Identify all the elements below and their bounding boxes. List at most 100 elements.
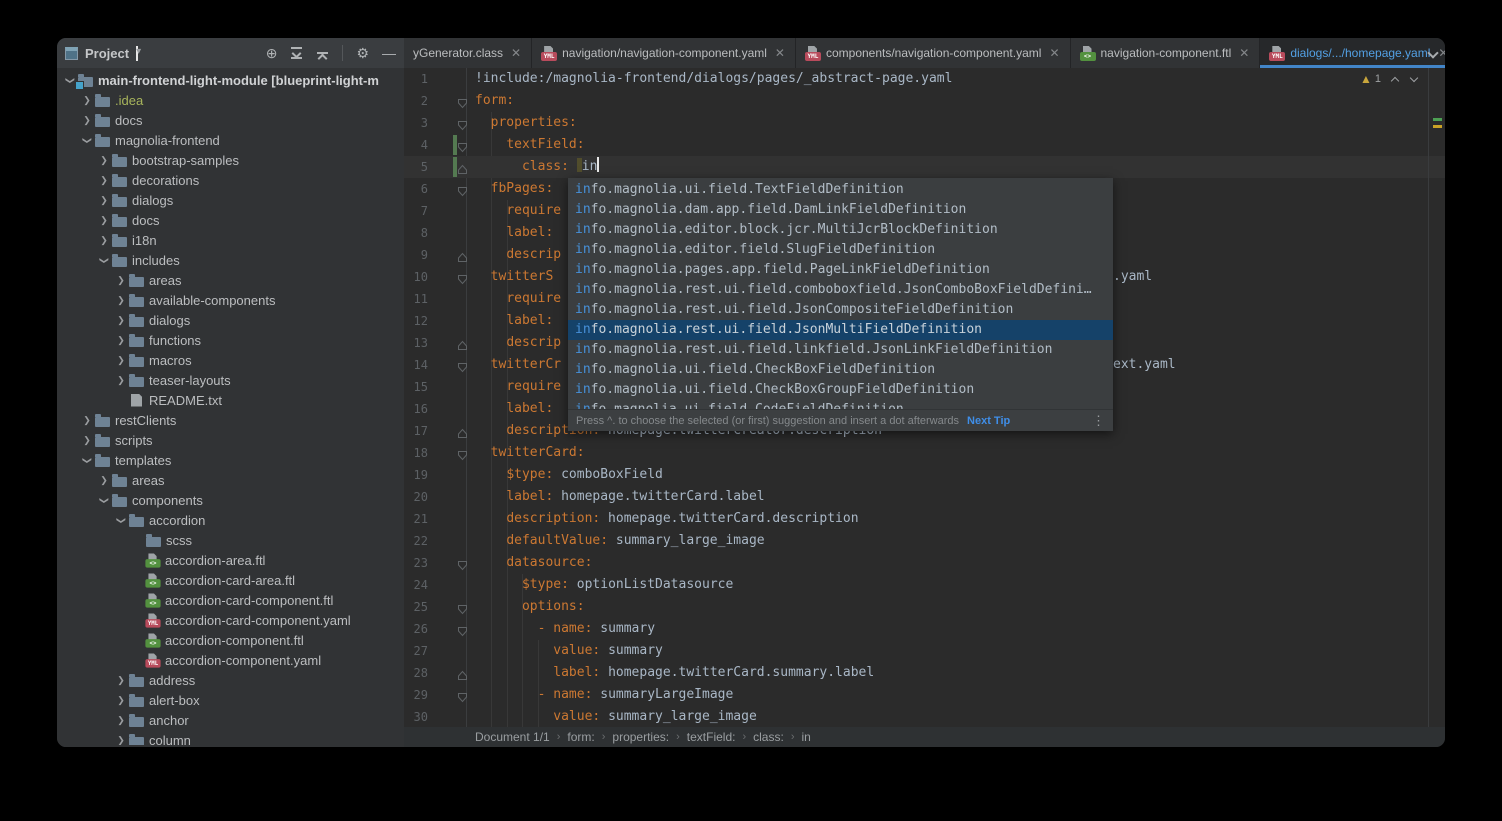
- tree-item-templates[interactable]: ❯templates: [57, 450, 404, 470]
- previous-problem-icon[interactable]: [1390, 74, 1400, 84]
- tree-item-available-components[interactable]: ❯available-components: [57, 290, 404, 310]
- tree-item-functions[interactable]: ❯functions: [57, 330, 404, 350]
- next-tip-link[interactable]: Next Tip: [967, 415, 1010, 427]
- code-text[interactable]: class: in: [475, 156, 1445, 178]
- code-line-1[interactable]: 1!include:/magnolia-frontend/dialogs/pag…: [404, 68, 1445, 90]
- code-text[interactable]: !include:/magnolia-frontend/dialogs/page…: [475, 68, 1445, 90]
- completion-item[interactable]: info.magnolia.rest.ui.field.comboboxfiel…: [568, 280, 1113, 300]
- code-line-30[interactable]: 30 value: summary_large_image: [404, 706, 1445, 727]
- breadcrumb-segment[interactable]: in: [802, 730, 811, 744]
- code-line-20[interactable]: 20 label: homepage.twitterCard.label: [404, 486, 1445, 508]
- completion-item[interactable]: info.magnolia.rest.ui.field.JsonComposit…: [568, 300, 1113, 320]
- project-panel-title[interactable]: Project: [85, 46, 129, 61]
- code-line-23[interactable]: 23 datasource:: [404, 552, 1445, 574]
- code-line-25[interactable]: 25 options:: [404, 596, 1445, 618]
- completion-item[interactable]: info.magnolia.editor.field.SlugFieldDefi…: [568, 240, 1113, 260]
- code-text[interactable]: value: summary: [475, 640, 1445, 662]
- fold-start-icon[interactable]: [457, 623, 469, 635]
- completion-item[interactable]: info.magnolia.ui.field.CheckBoxFieldDefi…: [568, 360, 1113, 380]
- tree-item-docs[interactable]: ❯docs: [57, 110, 404, 130]
- fold-end-icon[interactable]: [457, 161, 469, 173]
- fold-end-icon[interactable]: [457, 249, 469, 261]
- code-text[interactable]: value: summary_large_image: [475, 706, 1445, 727]
- tree-item-dialogs[interactable]: ❯dialogs: [57, 310, 404, 330]
- error-stripe[interactable]: [1428, 68, 1445, 727]
- fold-start-icon[interactable]: [457, 359, 469, 371]
- close-icon[interactable]: ✕: [1438, 46, 1445, 60]
- tree-item-accordion-card-component-ftl[interactable]: <>accordion-card-component.ftl: [57, 590, 404, 610]
- stripe-mark-yellow[interactable]: [1433, 125, 1442, 128]
- chevron-collapsed-icon[interactable]: ❯: [80, 415, 94, 426]
- gear-icon[interactable]: ⚙: [356, 46, 369, 60]
- breadcrumb-segment[interactable]: class:: [753, 730, 784, 744]
- completion-item[interactable]: info.magnolia.ui.field.TextFieldDefiniti…: [568, 180, 1113, 200]
- code-text[interactable]: $type: optionListDatasource: [475, 574, 1445, 596]
- fold-start-icon[interactable]: [457, 139, 469, 151]
- tree-item-address[interactable]: ❯address: [57, 670, 404, 690]
- code-text[interactable]: - name: summaryLargeImage: [475, 684, 1445, 706]
- fold-start-icon[interactable]: [457, 117, 469, 129]
- tree-item-anchor[interactable]: ❯anchor: [57, 710, 404, 730]
- close-icon[interactable]: ✕: [511, 46, 521, 60]
- fold-end-icon[interactable]: [457, 667, 469, 679]
- close-icon[interactable]: ✕: [1239, 46, 1249, 60]
- next-problem-icon[interactable]: [1409, 74, 1419, 84]
- code-text[interactable]: options:: [475, 596, 1445, 618]
- chevron-collapsed-icon[interactable]: ❯: [97, 215, 111, 226]
- tree-item-scripts[interactable]: ❯scripts: [57, 430, 404, 450]
- chevron-collapsed-icon[interactable]: ❯: [97, 475, 111, 486]
- code-text[interactable]: label: homepage.twitterCard.summary.labe…: [475, 662, 1445, 684]
- chevron-collapsed-icon[interactable]: ❯: [97, 155, 111, 166]
- tree-item-docs[interactable]: ❯docs: [57, 210, 404, 230]
- chevron-collapsed-icon[interactable]: ❯: [114, 335, 128, 346]
- code-text[interactable]: $type: comboBoxField: [475, 464, 1445, 486]
- completion-item[interactable]: info.magnolia.rest.ui.field.linkfield.Js…: [568, 340, 1113, 360]
- code-line-4[interactable]: 4 textField:: [404, 134, 1445, 156]
- chevron-expanded-icon[interactable]: ❯: [65, 73, 76, 87]
- tree-item-restclients[interactable]: ❯restClients: [57, 410, 404, 430]
- code-line-18[interactable]: 18 twitterCard:: [404, 442, 1445, 464]
- code-line-24[interactable]: 24 $type: optionListDatasource: [404, 574, 1445, 596]
- editor-tab-dialogs-homepage-yaml[interactable]: YMLdialogs/.../homepage.yaml✕: [1260, 38, 1445, 68]
- completion-item[interactable]: info.magnolia.dam.app.field.DamLinkField…: [568, 200, 1113, 220]
- tree-item-areas[interactable]: ❯areas: [57, 470, 404, 490]
- fold-start-icon[interactable]: [457, 601, 469, 613]
- chevron-collapsed-icon[interactable]: ❯: [114, 275, 128, 286]
- code-line-3[interactable]: 3 properties:: [404, 112, 1445, 134]
- tree-item-alert-box[interactable]: ❯alert-box: [57, 690, 404, 710]
- tree-item-i18n[interactable]: ❯i18n: [57, 230, 404, 250]
- breadcrumb-segment[interactable]: textField:: [687, 730, 736, 744]
- completion-item[interactable]: info.magnolia.ui.field.CodeFieldDefiniti…: [568, 400, 1113, 409]
- tab-list-chevron-icon[interactable]: [1429, 49, 1437, 57]
- chevron-expanded-icon[interactable]: ❯: [82, 133, 93, 147]
- tree-item-dialogs[interactable]: ❯dialogs: [57, 190, 404, 210]
- chevron-collapsed-icon[interactable]: ❯: [114, 315, 128, 326]
- completion-item[interactable]: info.magnolia.ui.field.CheckBoxGroupFiel…: [568, 380, 1113, 400]
- editor-tab-navigation-component-ftl[interactable]: <>navigation-component.ftl✕: [1071, 38, 1261, 68]
- chevron-collapsed-icon[interactable]: ❯: [114, 715, 128, 726]
- fold-end-icon[interactable]: [457, 337, 469, 349]
- code-text[interactable]: label: homepage.twitterCard.label: [475, 486, 1445, 508]
- code-line-26[interactable]: 26 - name: summary: [404, 618, 1445, 640]
- chevron-collapsed-icon[interactable]: ❯: [97, 235, 111, 246]
- close-icon[interactable]: ✕: [1049, 46, 1059, 60]
- chevron-collapsed-icon[interactable]: ❯: [114, 295, 128, 306]
- chevron-collapsed-icon[interactable]: ❯: [114, 375, 128, 386]
- fold-start-icon[interactable]: [457, 271, 469, 283]
- code-line-19[interactable]: 19 $type: comboBoxField: [404, 464, 1445, 486]
- fold-start-icon[interactable]: [457, 557, 469, 569]
- tree-item-readme-txt[interactable]: README.txt: [57, 390, 404, 410]
- chevron-collapsed-icon[interactable]: ❯: [80, 435, 94, 446]
- code-text[interactable]: defaultValue: summary_large_image: [475, 530, 1445, 552]
- more-icon[interactable]: ⋮: [1092, 413, 1105, 429]
- fold-start-icon[interactable]: [457, 689, 469, 701]
- breadcrumb-document[interactable]: Document 1/1: [475, 730, 550, 744]
- chevron-collapsed-icon[interactable]: ❯: [114, 675, 128, 686]
- code-text[interactable]: textField:: [475, 134, 1445, 156]
- fold-start-icon[interactable]: [457, 183, 469, 195]
- code-text[interactable]: datasource:: [475, 552, 1445, 574]
- tree-item--idea[interactable]: ❯.idea: [57, 90, 404, 110]
- chevron-expanded-icon[interactable]: ❯: [82, 453, 93, 467]
- completion-item[interactable]: info.magnolia.editor.block.jcr.MultiJcrB…: [568, 220, 1113, 240]
- tree-item-magnolia-frontend[interactable]: ❯magnolia-frontend: [57, 130, 404, 150]
